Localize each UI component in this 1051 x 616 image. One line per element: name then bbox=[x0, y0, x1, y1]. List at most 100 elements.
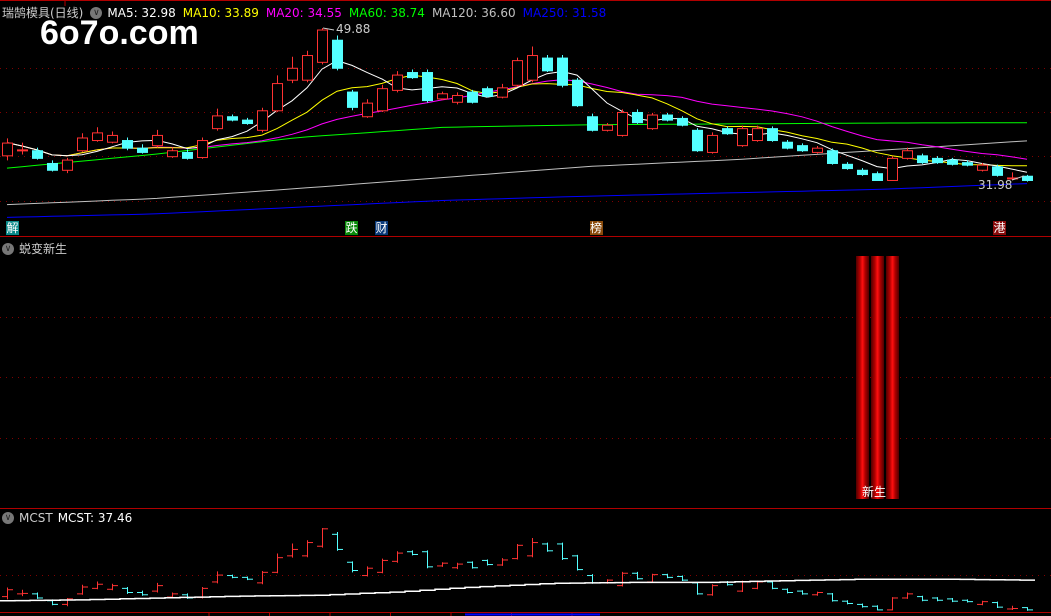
event-marker-0[interactable]: 解 bbox=[6, 221, 19, 235]
candle-body bbox=[842, 163, 853, 170]
candle-body bbox=[1022, 175, 1033, 181]
candle-body bbox=[587, 116, 598, 131]
event-marker-3[interactable]: 榜 bbox=[589, 221, 603, 235]
candle bbox=[587, 113, 598, 132]
candle bbox=[227, 114, 238, 122]
candle bbox=[17, 142, 28, 155]
candle-body bbox=[422, 72, 433, 102]
candle bbox=[497, 83, 508, 99]
candle-body bbox=[932, 157, 943, 164]
mcst-bar bbox=[77, 584, 88, 595]
candle bbox=[467, 89, 478, 104]
candle-body bbox=[722, 128, 733, 135]
event-marker-2[interactable]: 财 bbox=[375, 221, 388, 235]
candle bbox=[92, 127, 103, 142]
candle bbox=[257, 107, 268, 133]
mcst-bar bbox=[362, 566, 373, 577]
mcst-bar bbox=[827, 592, 838, 602]
candle-body bbox=[152, 134, 163, 147]
candle bbox=[722, 126, 733, 135]
candle-body bbox=[917, 155, 928, 164]
event-marker-1[interactable]: 跌 bbox=[345, 221, 358, 235]
ma-label-5: MA250: 31.58 bbox=[522, 5, 607, 20]
indicator-title: 蜕变新生 bbox=[19, 242, 68, 256]
mcst-bar bbox=[32, 592, 43, 599]
candle-body bbox=[662, 114, 673, 121]
candle-body bbox=[362, 102, 373, 118]
mcst-bar bbox=[977, 600, 988, 606]
mcst-bar bbox=[527, 537, 538, 558]
candle bbox=[737, 125, 748, 147]
candle bbox=[632, 109, 643, 124]
candle-body bbox=[317, 29, 328, 63]
event-marker-4[interactable]: 港 bbox=[993, 221, 1006, 235]
candle bbox=[302, 50, 313, 83]
candle bbox=[887, 156, 898, 181]
mcst-bar bbox=[452, 562, 463, 570]
candle-body bbox=[107, 134, 118, 143]
low-price-label: 31.98 bbox=[978, 178, 1013, 192]
candle-body bbox=[32, 150, 43, 159]
candle bbox=[857, 168, 868, 176]
mcst-bar bbox=[107, 583, 118, 591]
mcst-bar bbox=[272, 553, 283, 574]
signal-bar bbox=[856, 256, 869, 499]
mcst-bar bbox=[227, 574, 238, 579]
candle bbox=[917, 153, 928, 164]
candle bbox=[557, 55, 568, 88]
candle-body bbox=[242, 119, 253, 125]
candle bbox=[812, 145, 823, 154]
candle bbox=[662, 112, 673, 122]
candle-body bbox=[92, 132, 103, 142]
signal-bar bbox=[886, 256, 899, 499]
candle bbox=[827, 148, 838, 165]
mcst-bar bbox=[962, 599, 973, 603]
mcst-bar bbox=[992, 601, 1003, 609]
candle-body bbox=[497, 87, 508, 98]
candle bbox=[647, 112, 658, 130]
candle bbox=[47, 160, 58, 172]
mcst-value: MCST: 37.46 bbox=[57, 511, 133, 525]
mcst-bar bbox=[152, 582, 163, 593]
chevron-down-icon[interactable]: ∨ bbox=[2, 242, 14, 255]
mcst-bar bbox=[62, 597, 73, 607]
candle-body bbox=[602, 124, 613, 131]
mcst-bar bbox=[677, 575, 688, 582]
candle bbox=[242, 117, 253, 125]
candle bbox=[512, 57, 523, 87]
candle-body bbox=[467, 91, 478, 103]
candle bbox=[422, 69, 433, 103]
candle bbox=[527, 46, 538, 83]
candle-body bbox=[212, 115, 223, 130]
candle-body bbox=[197, 140, 208, 159]
candle-body bbox=[812, 147, 823, 153]
mcst-bar bbox=[437, 562, 448, 567]
mcst-bar bbox=[902, 592, 913, 599]
mcst-bar bbox=[782, 588, 793, 594]
candle bbox=[767, 126, 778, 142]
mcst-bar bbox=[137, 590, 148, 596]
candle-body bbox=[962, 162, 973, 166]
candle bbox=[902, 147, 913, 160]
signal-bar bbox=[871, 256, 884, 499]
candle-body bbox=[302, 55, 313, 81]
candle-body bbox=[392, 74, 403, 91]
candle-body bbox=[227, 116, 238, 121]
candle-body bbox=[557, 57, 568, 86]
candle-body bbox=[332, 39, 343, 69]
candle-body bbox=[737, 128, 748, 147]
candle-body bbox=[17, 149, 28, 152]
stock-chart-canvas[interactable] bbox=[0, 0, 1051, 616]
candle bbox=[107, 131, 118, 144]
mcst-bar bbox=[572, 554, 583, 571]
mcst-bar bbox=[497, 558, 508, 566]
candle bbox=[77, 133, 88, 152]
candle bbox=[572, 77, 583, 107]
mcst-bar bbox=[1007, 605, 1018, 610]
candle-body bbox=[482, 88, 493, 97]
candle-body bbox=[542, 57, 553, 72]
chevron-down-icon[interactable]: ∨ bbox=[2, 512, 14, 524]
mcst-bar bbox=[932, 597, 943, 602]
candle bbox=[452, 92, 463, 105]
mcst-bar bbox=[842, 600, 853, 605]
